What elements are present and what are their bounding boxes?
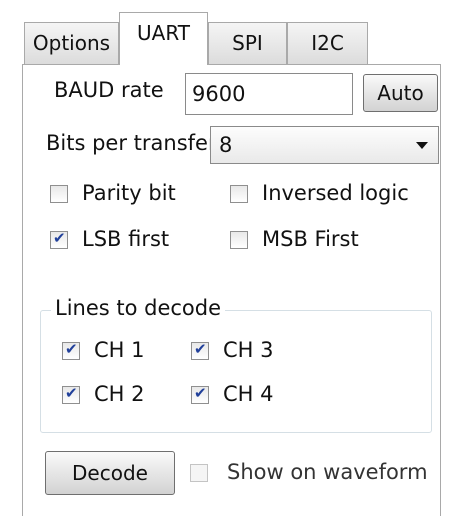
ch2-label: CH 2 <box>94 382 145 406</box>
bits-per-transfer-label: Bits per transfer <box>46 131 217 155</box>
inversed-logic-label: Inversed logic <box>262 181 409 205</box>
tab-spi[interactable]: SPI <box>208 22 287 64</box>
auto-button[interactable]: Auto <box>363 74 438 112</box>
check-icon: ✔ <box>65 384 78 402</box>
bits-per-transfer-select[interactable]: 8 <box>210 126 439 164</box>
ch1-label: CH 1 <box>94 338 145 362</box>
tab-uart[interactable]: UART <box>119 12 208 65</box>
show-on-waveform-checkbox[interactable] <box>190 464 208 482</box>
check-icon: ✔ <box>194 340 207 358</box>
baud-rate-input[interactable]: 9600 <box>185 73 353 115</box>
baud-rate-label: BAUD rate <box>54 78 164 102</box>
tab-options[interactable]: Options <box>24 22 119 64</box>
check-icon: ✔ <box>53 229 66 247</box>
inversed-logic-checkbox[interactable] <box>230 185 248 203</box>
lsb-first-label: LSB first <box>82 227 170 251</box>
ch3-label: CH 3 <box>223 338 274 362</box>
ch1-checkbox[interactable]: ✔ <box>62 340 80 360</box>
decode-button[interactable]: Decode <box>45 451 175 495</box>
lsb-first-checkbox[interactable]: ✔ <box>50 229 68 249</box>
check-icon: ✔ <box>65 340 78 358</box>
tab-i2c[interactable]: I2C <box>287 22 368 64</box>
parity-bit-checkbox[interactable] <box>50 185 68 203</box>
ch4-checkbox[interactable]: ✔ <box>191 384 209 404</box>
ch3-checkbox[interactable]: ✔ <box>191 340 209 360</box>
msb-first-label: MSB First <box>262 227 359 251</box>
check-icon: ✔ <box>194 384 207 402</box>
show-on-waveform-label: Show on waveform <box>227 460 428 484</box>
lines-to-decode-title: Lines to decode <box>51 296 226 320</box>
parity-bit-label: Parity bit <box>82 181 176 205</box>
ch4-label: CH 4 <box>223 382 274 406</box>
lines-to-decode-group <box>40 310 432 433</box>
ch2-checkbox[interactable]: ✔ <box>62 384 80 404</box>
chevron-down-icon <box>416 142 428 149</box>
msb-first-checkbox[interactable] <box>230 231 248 249</box>
bits-per-transfer-value: 8 <box>219 133 233 157</box>
